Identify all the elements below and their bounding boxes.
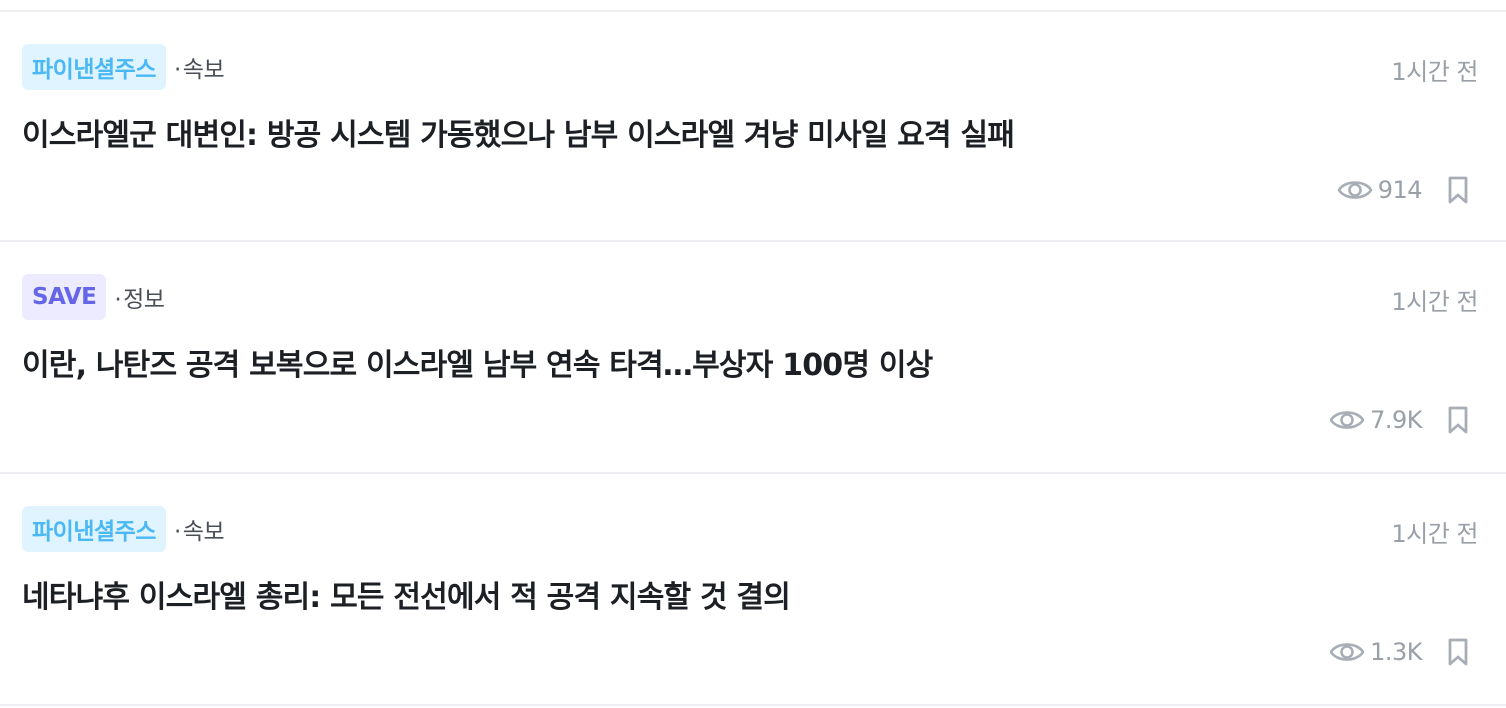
category-separator: ·	[114, 287, 122, 313]
news-item[interactable]: 파이낸셜주스 ·속보 1시간 전 이스라엘군 대변인: 방공 시스템 가동했으나…	[0, 12, 1506, 242]
timestamp: 1시간 전	[1391, 520, 1478, 548]
eye-icon	[1337, 181, 1372, 199]
view-count: 914	[1336, 176, 1423, 204]
headline[interactable]: 이란, 나탄즈 공격 보복으로 이스라엘 남부 연속 타격…부상자 100명 이…	[22, 340, 933, 384]
category-separator: ·	[173, 57, 181, 83]
view-count-text: 1.3K	[1370, 638, 1422, 666]
timestamp: 1시간 전	[1391, 58, 1478, 86]
news-item[interactable]: SAVE ·정보 1시간 전 이란, 나탄즈 공격 보복으로 이스라엘 남부 연…	[0, 242, 1506, 474]
eye-icon	[1329, 643, 1365, 661]
stats-row: 914	[1336, 172, 1470, 208]
category-label: ·속보	[173, 512, 225, 546]
bookmark-icon[interactable]	[1446, 637, 1470, 667]
view-count: 7.9K	[1328, 406, 1422, 434]
headline[interactable]: 이스라엘군 대변인: 방공 시스템 가동했으나 남부 이스라엘 겨냥 미사일 요…	[22, 110, 1015, 154]
bookmark-icon[interactable]	[1446, 405, 1470, 435]
news-meta: 파이낸셜주스 ·속보	[22, 506, 225, 552]
bookmark-icon[interactable]	[1446, 175, 1470, 205]
eye-icon	[1329, 411, 1365, 429]
stats-row: 7.9K	[1328, 402, 1470, 438]
category-label: ·정보	[114, 280, 165, 314]
view-count-text: 914	[1377, 176, 1423, 204]
source-badge[interactable]: 파이낸셜주스	[22, 44, 166, 90]
category-text: 정보	[123, 287, 165, 313]
headline[interactable]: 네타냐후 이스라엘 총리: 모든 전선에서 적 공격 지속할 것 결의	[22, 572, 791, 616]
timestamp: 1시간 전	[1391, 288, 1478, 316]
news-meta: 파이낸셜주스 ·속보	[22, 44, 225, 90]
source-badge[interactable]: 파이낸셜주스	[22, 506, 166, 552]
source-badge[interactable]: SAVE	[22, 274, 107, 320]
category-label: ·속보	[173, 50, 225, 84]
news-meta: SAVE ·정보	[22, 274, 165, 320]
stats-row: 1.3K	[1328, 634, 1470, 670]
category-text: 속보	[182, 519, 225, 545]
news-feed: 파이낸셜주스 ·속보 1시간 전 이스라엘군 대변인: 방공 시스템 가동했으나…	[0, 12, 1506, 706]
view-count-text: 7.9K	[1370, 406, 1422, 434]
category-separator: ·	[173, 519, 181, 545]
category-text: 속보	[182, 57, 225, 83]
news-item[interactable]: 파이낸셜주스 ·속보 1시간 전 네타냐후 이스라엘 총리: 모든 전선에서 적…	[0, 474, 1506, 706]
view-count: 1.3K	[1328, 638, 1422, 666]
